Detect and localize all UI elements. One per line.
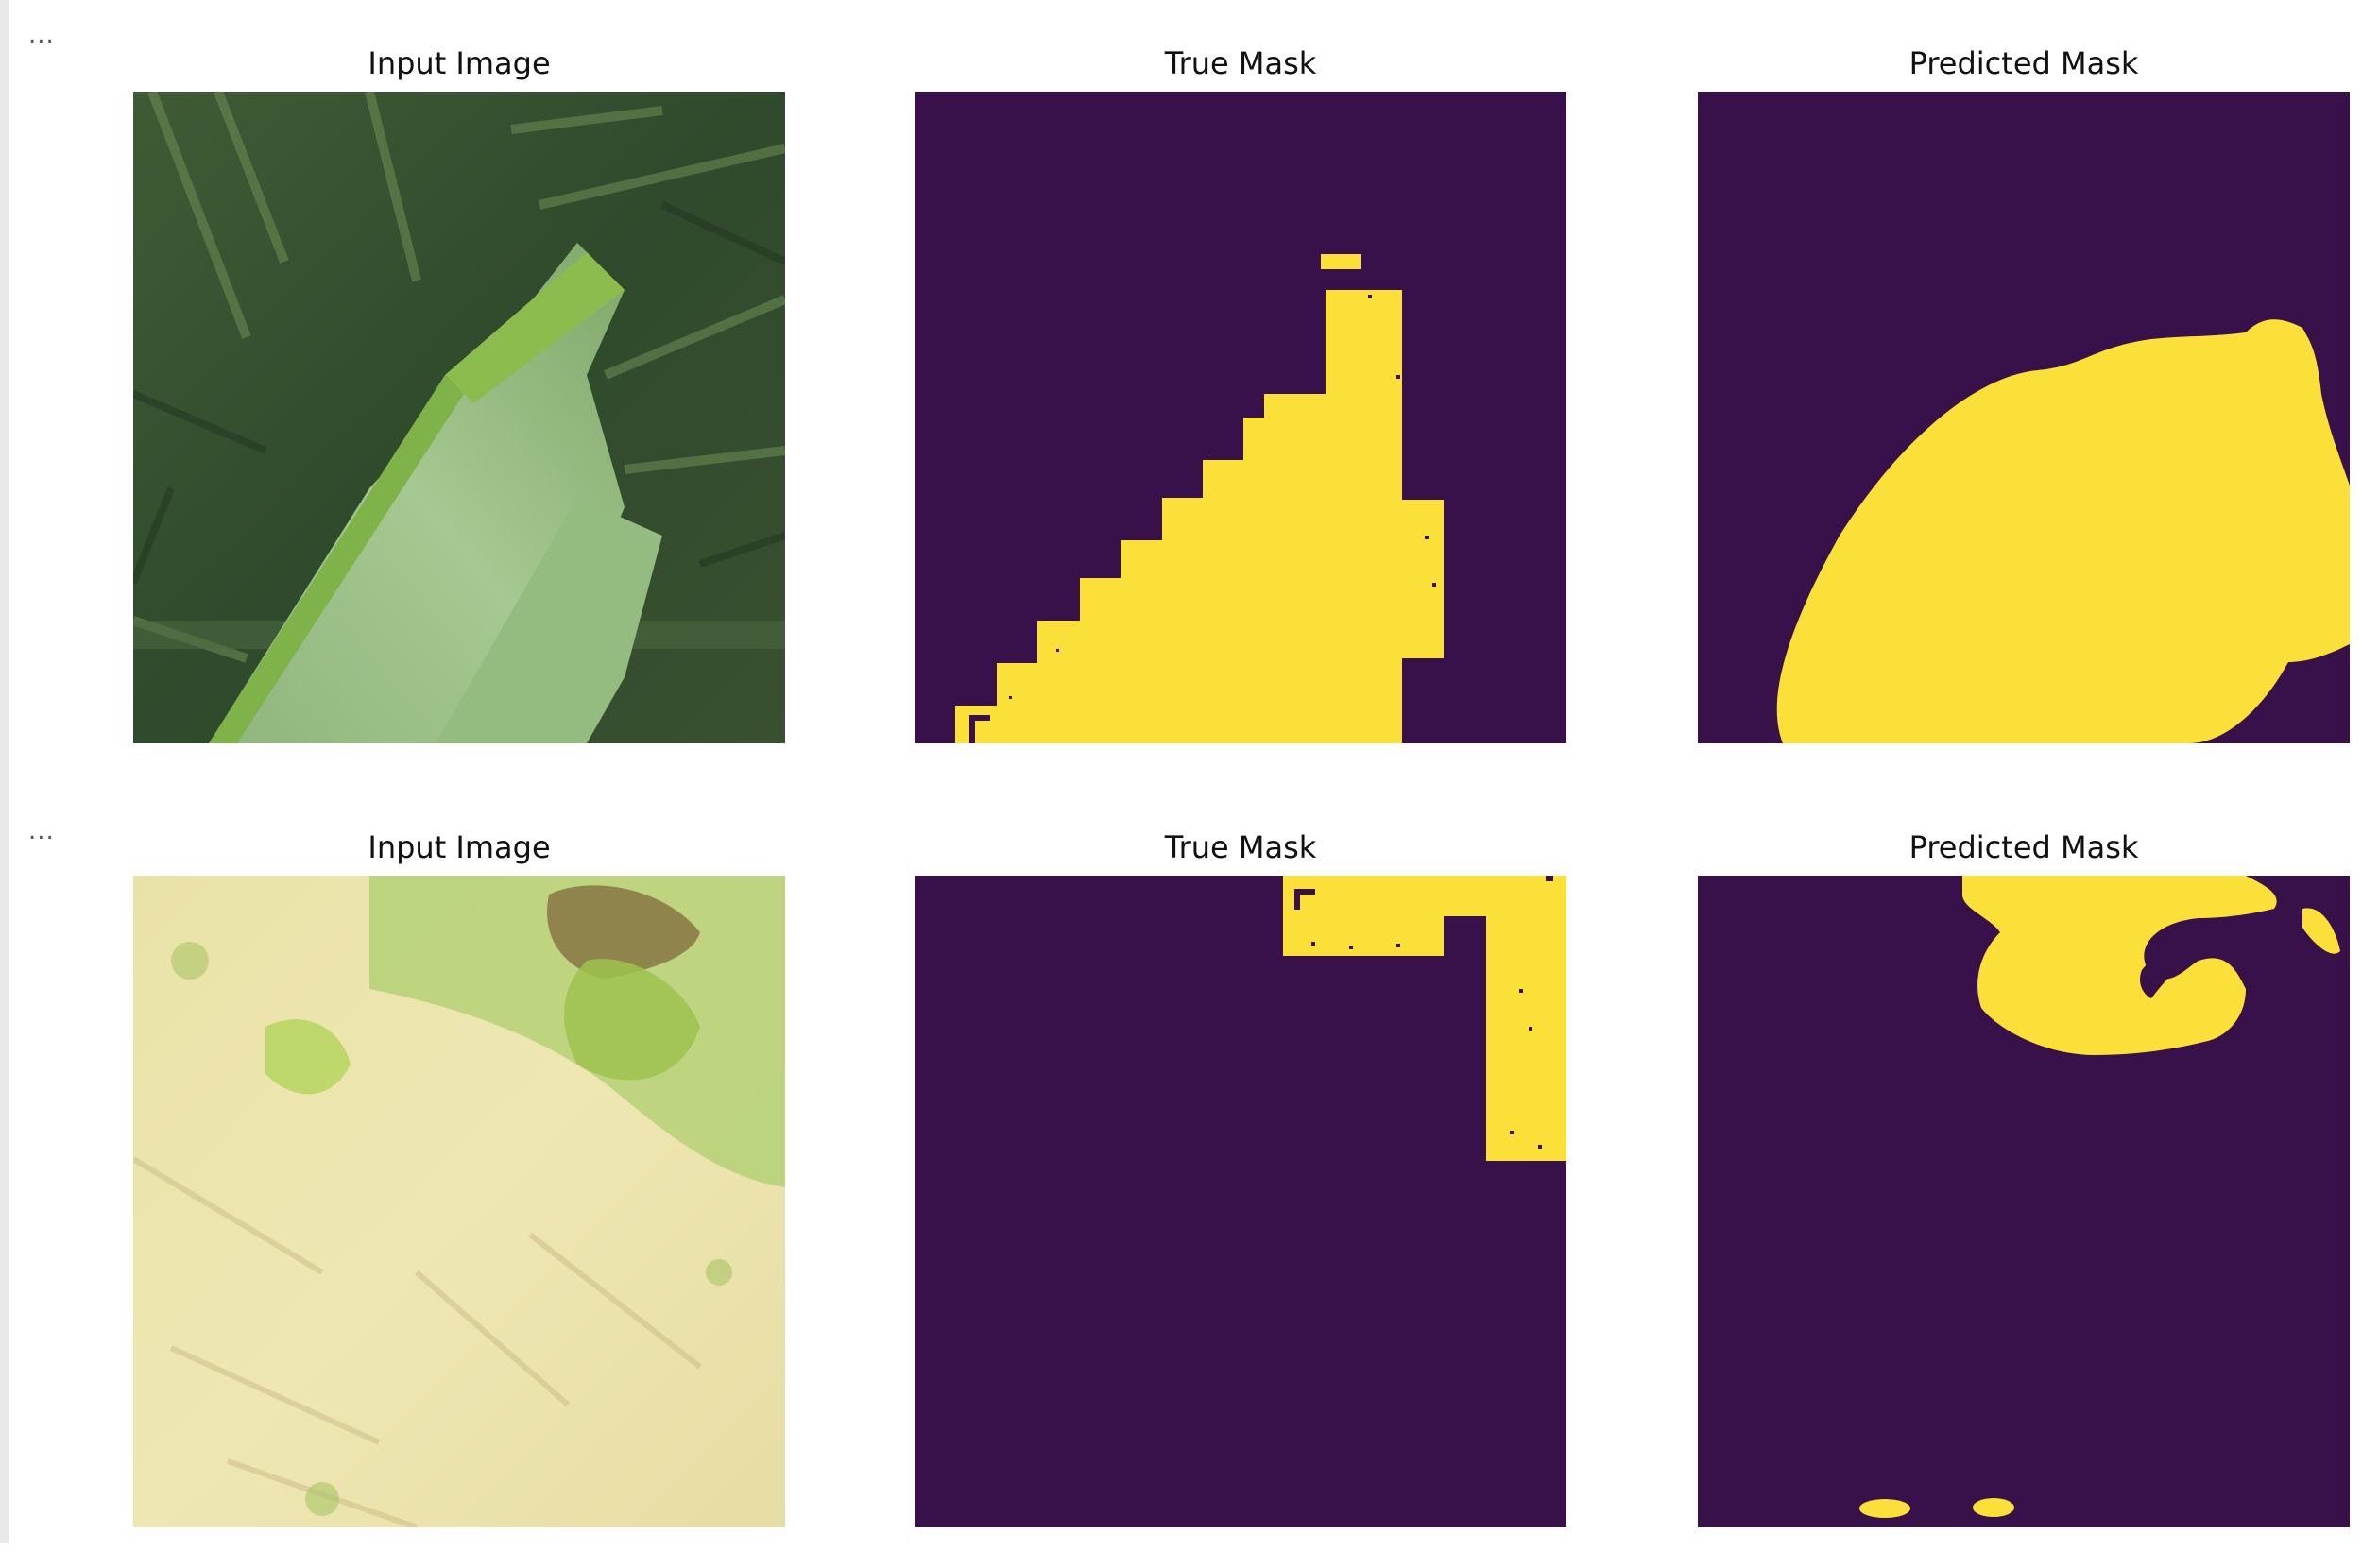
input-image bbox=[133, 876, 785, 1527]
output-row-2: ... Input Image True Mask Predicted Mask bbox=[0, 784, 2362, 1568]
panel-title: Input Image bbox=[368, 45, 551, 81]
collapse-output-ellipsis[interactable]: ... bbox=[28, 21, 55, 49]
predicted-mask bbox=[1698, 876, 2350, 1527]
panel-title: Predicted Mask bbox=[1908, 829, 2139, 865]
panel-title: Input Image bbox=[368, 829, 551, 865]
panel-title: Predicted Mask bbox=[1908, 45, 2139, 81]
input-image bbox=[133, 92, 785, 743]
output-row-1: ... Input Image True Mask Predicted Mask bbox=[0, 0, 2362, 784]
collapse-output-ellipsis[interactable]: ... bbox=[28, 817, 55, 845]
panel-title: True Mask bbox=[1164, 45, 1317, 81]
true-mask bbox=[915, 92, 1566, 743]
panel-title: True Mask bbox=[1164, 829, 1317, 865]
predicted-mask bbox=[1698, 92, 2350, 743]
true-mask bbox=[915, 876, 1566, 1527]
